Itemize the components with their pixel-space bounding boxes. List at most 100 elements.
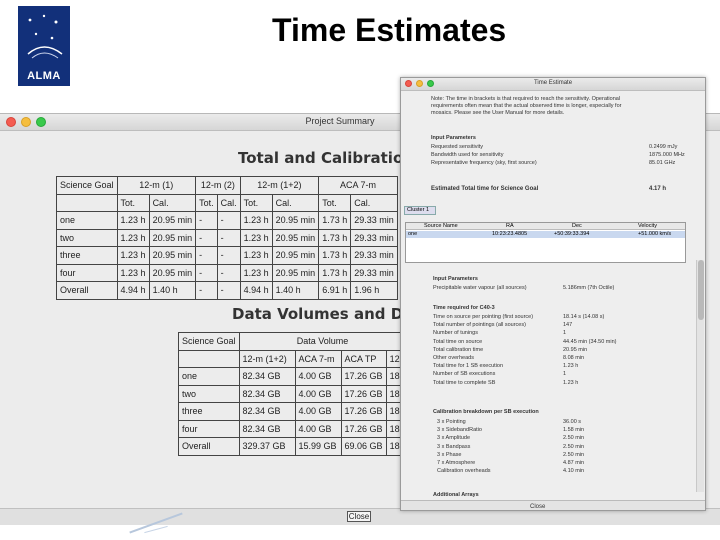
item-label: 3 x Phase bbox=[437, 451, 462, 458]
item-value: 1.58 min bbox=[563, 427, 585, 434]
alma-logo: ALMA bbox=[18, 6, 70, 86]
time-required-heading: Time required for C40-3 bbox=[433, 305, 495, 311]
table-cell: 20.95 min bbox=[271, 228, 320, 247]
list-item: 3 x SidebandRatio 1.58 min bbox=[437, 427, 673, 435]
table-cell: 29.33 min bbox=[350, 228, 398, 247]
additional-arrays-heading: Additional Arrays bbox=[433, 492, 479, 498]
table-row: four 1.23 h 20.95 min - -1.23 h 20.95 min 1.73… bbox=[56, 263, 398, 282]
time-required-list: Time on source per pointing (first sourc… bbox=[433, 314, 673, 388]
column-header[interactable]: Velocity bbox=[638, 223, 657, 229]
column-header[interactable]: Dec bbox=[572, 223, 582, 229]
column-header: 12-m (1) bbox=[116, 176, 197, 195]
item-value: 4.10 min bbox=[563, 468, 585, 475]
table-cell: 20.95 min bbox=[148, 263, 197, 282]
table-cell: Overall bbox=[56, 281, 118, 300]
table-cell: 6.91 h bbox=[318, 281, 352, 300]
summary-close-button[interactable]: Close bbox=[347, 511, 371, 522]
table-row: three 1.23 h 20.95 min - -1.23 h 20.95 min 1.7… bbox=[56, 246, 398, 265]
table-cell: 1.23 h bbox=[116, 246, 150, 265]
table-cell: 69.06 GB bbox=[340, 437, 387, 456]
table-cell: 20.95 min bbox=[148, 228, 197, 247]
list-item: 7 x Atmosphere 4.87 min bbox=[437, 460, 673, 468]
table-cell: - bbox=[216, 263, 241, 282]
column-header: ACA 7-m bbox=[318, 176, 398, 195]
item-label: Total number of pointings (all sources) bbox=[433, 322, 526, 329]
table-row: one 1.23 h 20.95 min - -1.23 h 20.95 min 1.73 … bbox=[56, 211, 398, 230]
estimate-titlebar[interactable]: Time Estimate bbox=[401, 78, 705, 91]
column-subheader: ACA TP bbox=[340, 349, 387, 368]
table-cell: +50:39:33.394 bbox=[554, 231, 590, 237]
table-cell: 82.34 GB bbox=[238, 419, 296, 438]
list-item: 3 x Pointing 36.00 s bbox=[437, 419, 673, 427]
list-item: Total time on source 44.45 min (34.50 min… bbox=[433, 339, 673, 347]
table-cell: 82.34 GB bbox=[238, 384, 296, 403]
column-header: 12-m (1+2) bbox=[239, 176, 320, 195]
table-cell: 29.33 min bbox=[350, 263, 398, 282]
scrollbar-thumb[interactable] bbox=[698, 260, 704, 320]
table-cell: four bbox=[56, 263, 118, 282]
list-item: 3 x Amplitude 2.50 min bbox=[437, 435, 673, 443]
column-header[interactable]: Source Name bbox=[424, 223, 458, 229]
item-label: Calibration overheads bbox=[437, 468, 491, 475]
table-cell: two bbox=[56, 228, 118, 247]
item-value: 4.87 min bbox=[563, 459, 585, 466]
estimate-window-title: Time Estimate bbox=[533, 80, 573, 86]
column-subheader: Cal. bbox=[271, 193, 320, 212]
table-cell: 4.00 GB bbox=[294, 419, 342, 438]
calibration-heading: Calibration breakdown per SB execution bbox=[433, 409, 539, 415]
tab-cluster-1[interactable]: Cluster 1 bbox=[404, 206, 436, 215]
item-label: Total time on source bbox=[433, 338, 483, 345]
item-value: 1 bbox=[563, 330, 567, 337]
table-cell: 29.33 min bbox=[350, 246, 398, 265]
item-label: Representative frequency (sky, first sou… bbox=[431, 160, 537, 167]
item-value: 18.14 s (14.08 s) bbox=[563, 314, 605, 320]
list-item: Total number of pointings (all sources) 1… bbox=[433, 322, 673, 330]
table-row: Overall 4.94 h 1.40 h - -4.94 h 1.40 h 6.91 h1… bbox=[56, 281, 398, 300]
table-cell: 1.96 h bbox=[350, 281, 398, 300]
item-value: 1 bbox=[563, 371, 567, 378]
column-subheader: Cal. bbox=[148, 193, 197, 212]
list-item: Total time to complete SB 1.23 h bbox=[433, 380, 673, 388]
item-label: Time on source per pointing (first sourc… bbox=[433, 314, 534, 320]
column-header: Data Volume bbox=[238, 332, 407, 351]
table-cell: 1.73 h bbox=[318, 246, 352, 265]
table-row[interactable]: one 10:23:23.4805 +50:39:33.394 +51.000 km/… bbox=[406, 231, 685, 238]
estimate-close-button[interactable]: Close bbox=[530, 504, 545, 510]
data-volume-table: Science Goal Data Volume 12-m (1+2) ACA 7-m… bbox=[178, 332, 407, 456]
table-cell: 4.00 GB bbox=[294, 384, 342, 403]
item-value: 0.2499 mJy bbox=[649, 144, 678, 150]
column-subheader: Tot. bbox=[318, 193, 352, 212]
time-table: Science Goal 12-m (1) 12-m (2) 12-m (1+2) AC… bbox=[56, 176, 398, 300]
item-label: Total time for 1 SB execution bbox=[433, 363, 504, 370]
estimated-total-value: 4.17 h bbox=[649, 186, 667, 192]
item-label: Requested sensitivity bbox=[431, 144, 483, 150]
table-cell: 1.40 h bbox=[271, 281, 320, 300]
column-subheader bbox=[56, 193, 118, 212]
list-item: Time on source per pointing (first sourc… bbox=[433, 314, 673, 322]
table-cell: 17.26 GB bbox=[340, 384, 387, 403]
table-cell: - bbox=[195, 228, 218, 247]
table-cell: 1.23 h bbox=[116, 211, 150, 230]
logo-text: ALMA bbox=[27, 70, 61, 82]
table-row: two 1.23 h 20.95 min - -1.23 h 20.95 min 1.73 … bbox=[56, 228, 398, 247]
column-subheader: ACA 7-m bbox=[294, 349, 342, 368]
table-cell: one bbox=[408, 231, 418, 237]
item-value: 2.50 min bbox=[563, 435, 585, 442]
estimate-scrollbar[interactable] bbox=[696, 260, 704, 492]
table-cell: 82.34 GB bbox=[238, 402, 296, 421]
table-cell: 329.37 GB bbox=[238, 437, 296, 456]
item-label: Total calibration time bbox=[433, 346, 484, 353]
item-value: 147 bbox=[563, 322, 573, 329]
item-label: Other overheads bbox=[433, 354, 474, 361]
item-value: 1875.000 MHz bbox=[649, 152, 685, 159]
table-cell: 29.33 min bbox=[350, 211, 398, 230]
source-table-header: Source Name RA Dec Velocity bbox=[406, 223, 685, 230]
table-cell: 4.00 GB bbox=[294, 367, 342, 386]
table-cell: Overall bbox=[178, 437, 240, 456]
table-cell: - bbox=[195, 211, 218, 230]
column-header: Science Goal bbox=[56, 176, 118, 195]
time-estimate-window: Time Estimate Note: The time in brackets… bbox=[400, 77, 706, 511]
table-cell: 20.95 min bbox=[148, 211, 197, 230]
column-header[interactable]: RA bbox=[506, 223, 514, 229]
table-cell: 17.26 GB bbox=[340, 419, 387, 438]
